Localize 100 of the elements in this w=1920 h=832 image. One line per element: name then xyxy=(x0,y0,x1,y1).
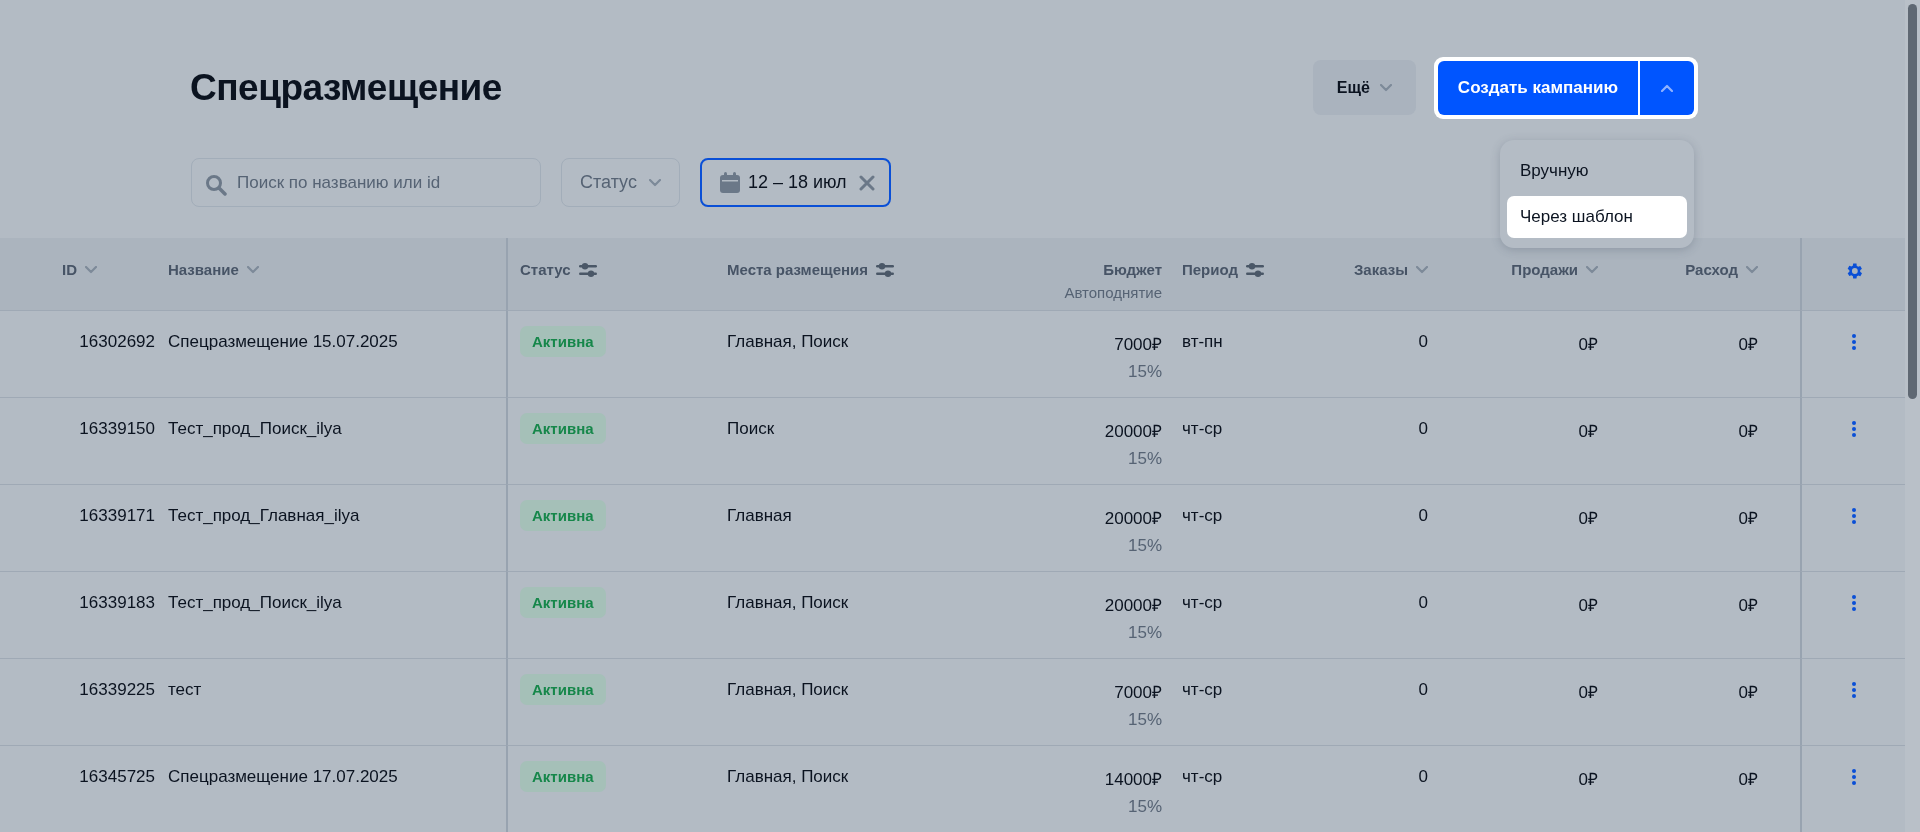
status-badge: Активна xyxy=(520,587,606,618)
chevron-down-icon xyxy=(1416,266,1428,274)
column-header[interactable]: Места размещения xyxy=(727,261,869,278)
status-badge: Активна xyxy=(520,500,606,531)
autoraise-percent: 15% xyxy=(1127,449,1162,469)
table-cell: 16339171 xyxy=(79,506,155,526)
autoraise-percent: 15% xyxy=(1127,623,1162,643)
filter-sliders-icon xyxy=(1246,262,1264,278)
column-header[interactable]: Период xyxy=(1182,261,1238,278)
table-cell: тест xyxy=(168,680,202,700)
table-cell: 0 xyxy=(1418,419,1428,439)
table-cell: Главная, Поиск xyxy=(727,680,849,700)
chevron-down-icon xyxy=(246,266,259,274)
create-campaign-button[interactable]: Создать кампанию xyxy=(1437,60,1638,115)
date-filter[interactable]: 12 – 18 июл xyxy=(699,158,891,207)
scrollbar-thumb[interactable] xyxy=(1908,4,1917,399)
table-cell-text: 0₽ xyxy=(1578,682,1598,703)
table-cell-text: 0₽ xyxy=(1738,595,1758,616)
budget-amount: 20000₽ xyxy=(1104,421,1162,442)
table-cell: 0 xyxy=(1418,506,1428,526)
chevron-down-icon xyxy=(1746,266,1758,274)
filter-sliders-icon xyxy=(578,262,597,278)
chevron-down-icon xyxy=(1379,83,1392,92)
column-header[interactable]: ID xyxy=(62,261,77,278)
table-cell: вт-пн xyxy=(1182,332,1223,352)
column-header[interactable]: Заказы xyxy=(1353,261,1408,278)
menu-item[interactable]: Через шаблон xyxy=(1507,195,1687,238)
table-cell: Тест_прод_Главная_ilya xyxy=(168,506,360,526)
budget-amount: 7000₽ xyxy=(1114,682,1162,703)
table-cell: Поиск xyxy=(727,419,775,439)
status-badge: Активна xyxy=(520,413,606,444)
table-cell-text: 0₽ xyxy=(1738,421,1758,442)
column-header[interactable]: Бюджет xyxy=(1103,261,1162,278)
table-cell: Спецразмещение 15.07.2025 xyxy=(168,332,398,352)
table-cell-text: 0₽ xyxy=(1578,508,1598,529)
budget-amount: 7000₽ xyxy=(1114,334,1162,355)
table-cell-text: 0₽ xyxy=(1578,334,1598,355)
column-header[interactable]: Продажи xyxy=(1511,261,1578,278)
kebab-menu-icon xyxy=(1851,334,1856,350)
search-field[interactable]: Поиск по названию или id xyxy=(191,158,541,207)
table-cell: 0 xyxy=(1418,593,1428,613)
budget-amount: 14000₽ xyxy=(1104,769,1162,790)
kebab-menu-icon xyxy=(1851,421,1856,437)
table-cell-text: 0₽ xyxy=(1738,508,1758,529)
table-cell: чт-ср xyxy=(1182,506,1223,526)
table-cell: Главная, Поиск xyxy=(727,593,849,613)
table-cell: чт-ср xyxy=(1182,767,1223,787)
dropdown-toggle-button[interactable] xyxy=(1638,60,1694,115)
table-cell: 0 xyxy=(1418,332,1428,352)
table-cell: 16339150 xyxy=(79,419,155,439)
autoraise-percent: 15% xyxy=(1127,710,1162,730)
autoraise-percent: 15% xyxy=(1127,362,1162,382)
chevron-down-icon xyxy=(648,178,661,187)
status-badge: Активна xyxy=(520,674,606,705)
search-icon xyxy=(205,174,227,196)
table-cell-text: 0₽ xyxy=(1578,769,1598,790)
autoraise-percent: 15% xyxy=(1127,536,1162,556)
calendar-icon xyxy=(719,172,740,193)
chevron-down-icon xyxy=(1586,266,1598,274)
table-cell: Тест_прод_Поиск_ilya xyxy=(168,593,342,613)
table-cell: 0 xyxy=(1418,680,1428,700)
kebab-menu-icon xyxy=(1851,508,1856,524)
table-cell-text: 0₽ xyxy=(1738,769,1758,790)
table-cell: 16339225 xyxy=(79,680,155,700)
table-cell: Спецразмещение 17.07.2025 xyxy=(168,767,398,787)
column-header[interactable]: Название xyxy=(168,261,239,278)
more-button[interactable]: Ещё xyxy=(1312,60,1416,115)
table-cell-text: 0₽ xyxy=(1578,421,1598,442)
table-cell: Тест_прод_Поиск_ilya xyxy=(168,419,342,439)
table-cell: 16339183 xyxy=(79,593,155,613)
table-cell: чт-ср xyxy=(1182,593,1223,613)
table-cell-text: 0₽ xyxy=(1578,595,1598,616)
column-subheader: Автоподнятие xyxy=(1064,284,1162,301)
kebab-menu-icon xyxy=(1851,769,1856,785)
date-range: 12 – 18 июл xyxy=(747,172,847,193)
status-filter-button[interactable]: Статус xyxy=(561,158,680,207)
table-cell: Главная xyxy=(727,506,792,526)
table-cell-text: 0₽ xyxy=(1738,682,1758,703)
page-title: Спецразмещение xyxy=(190,66,503,109)
table-cell: Главная, Поиск xyxy=(727,767,849,787)
close-icon xyxy=(858,174,875,191)
table-cell: 0 xyxy=(1418,767,1428,787)
kebab-menu-icon xyxy=(1851,595,1856,611)
autoraise-percent: 15% xyxy=(1127,797,1162,817)
status-badge: Активна xyxy=(520,326,606,357)
table-cell-text: 0₽ xyxy=(1738,334,1758,355)
table-cell: 16302692 xyxy=(79,332,155,352)
column-header[interactable]: Статус xyxy=(520,261,571,278)
chevron-down-icon xyxy=(85,266,97,274)
kebab-menu-icon xyxy=(1851,682,1856,698)
chevron-up-icon xyxy=(1661,83,1673,92)
column-header[interactable]: Расход xyxy=(1685,261,1738,278)
budget-amount: 20000₽ xyxy=(1104,508,1162,529)
filter-sliders-icon xyxy=(876,262,895,278)
menu-item[interactable]: Вручную xyxy=(1507,149,1687,192)
table-cell: чт-ср xyxy=(1182,680,1223,700)
table-cell: чт-ср xyxy=(1182,419,1223,439)
status-badge: Активна xyxy=(520,761,606,792)
budget-amount: 20000₽ xyxy=(1104,595,1162,616)
table-cell: Главная, Поиск xyxy=(727,332,849,352)
